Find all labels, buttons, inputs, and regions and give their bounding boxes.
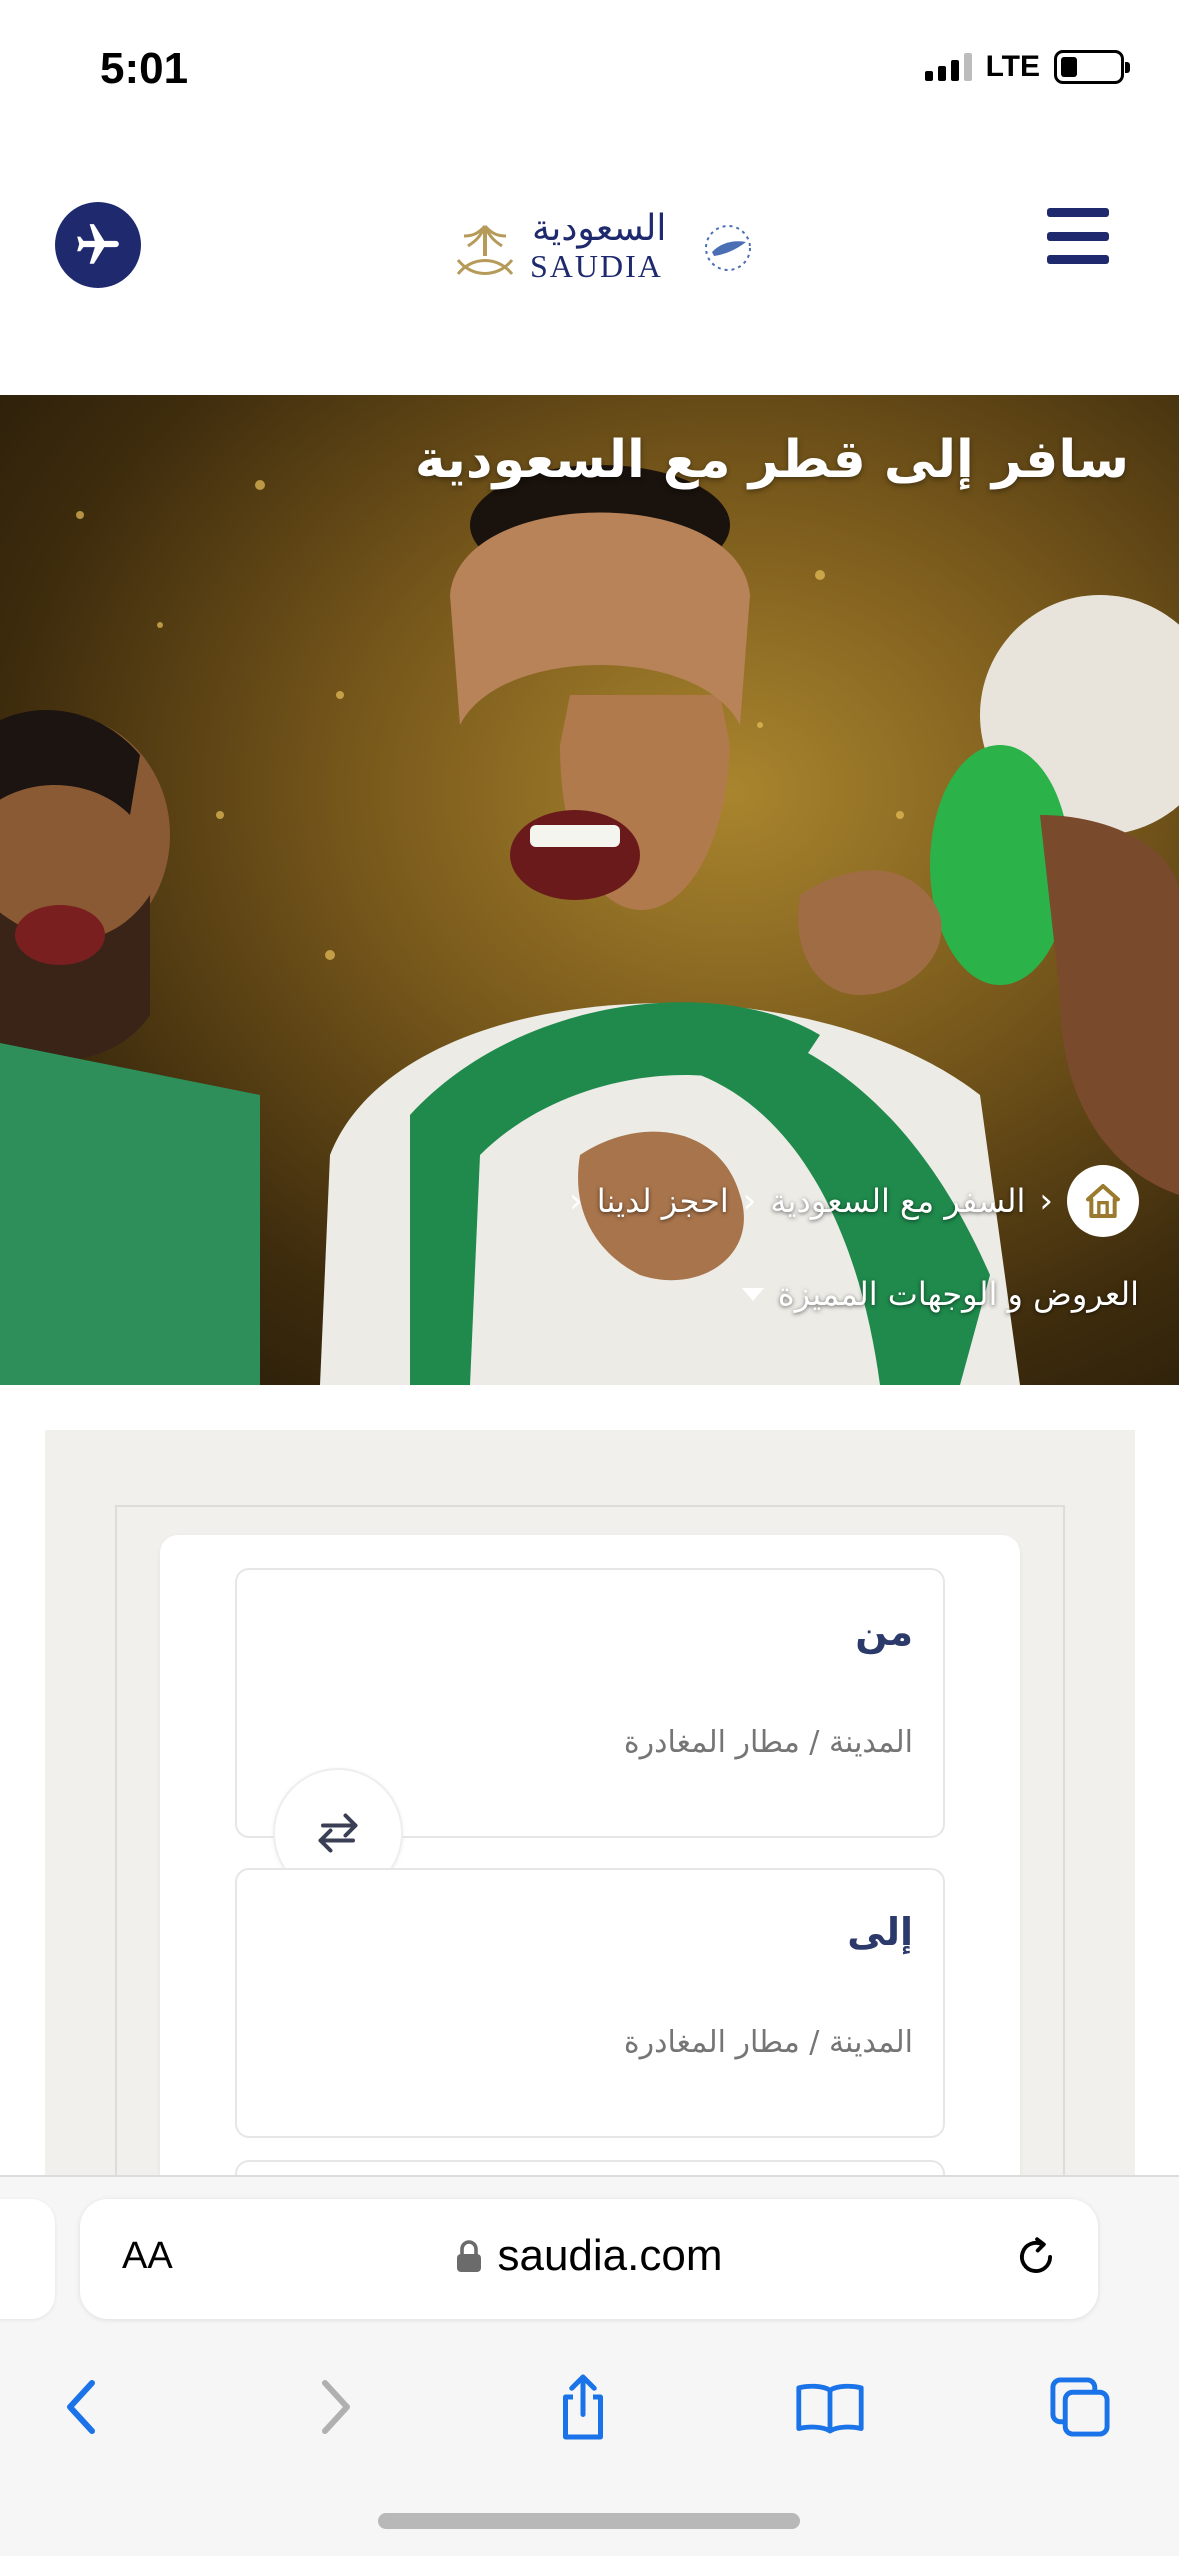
bookmarks-icon	[796, 2383, 864, 2434]
tabs-icon	[1050, 2377, 1110, 2437]
url-text: saudia.com	[497, 2231, 723, 2280]
home-button[interactable]	[1067, 1165, 1139, 1237]
site-header: السعودية SAUDIA	[0, 140, 1179, 395]
safari-toolbar	[0, 2357, 1179, 2477]
status-indicators: LTE	[924, 50, 1130, 84]
address-bar[interactable]: AA saudia.com	[80, 2199, 1098, 2319]
from-label: من	[855, 1610, 913, 1654]
share-icon	[563, 2374, 603, 2440]
from-input[interactable]	[313, 1725, 913, 1760]
signal-icon	[924, 53, 972, 81]
offers-dropdown[interactable]: العروض و الوجهات المميزة	[741, 1275, 1139, 1313]
logo-wing-icon	[705, 225, 751, 271]
forward-button[interactable]	[285, 2357, 385, 2457]
palm-swords-emblem-icon	[456, 224, 514, 275]
swap-arrows-icon	[318, 1813, 358, 1853]
back-icon	[67, 2380, 95, 2434]
home-icon	[1086, 1184, 1120, 1218]
forward-icon	[322, 2380, 350, 2434]
logo-english-text: SAUDIA	[530, 248, 663, 284]
saudia-logo[interactable]: السعودية SAUDIA	[450, 208, 760, 288]
bookmarks-button[interactable]	[780, 2357, 880, 2457]
hamburger-menu-icon	[1047, 208, 1109, 217]
browser-toolbar: AA saudia.com	[0, 2175, 1179, 2556]
breadcrumb: ‹ السفر مع السعودية ‹ احجز لدينا ‹	[569, 1165, 1139, 1237]
caret-down-icon	[741, 1287, 764, 1301]
hamburger-menu-button[interactable]	[1047, 208, 1109, 264]
breadcrumb-book-with-us[interactable]: احجز لدينا	[597, 1182, 729, 1220]
url-display[interactable]: saudia.com	[80, 2231, 1098, 2281]
chevron-left-icon: ‹	[1039, 1181, 1053, 1221]
home-indicator[interactable]	[378, 2513, 800, 2529]
share-button[interactable]	[533, 2357, 633, 2457]
lock-icon	[457, 2240, 482, 2272]
reload-icon[interactable]	[1010, 2231, 1062, 2283]
to-label: إلى	[847, 1910, 913, 1954]
status-bar: 5:01 LTE	[0, 0, 1179, 140]
hero-banner: سافر إلى قطر مع السعودية ‹ السفر مع السع…	[0, 395, 1179, 1385]
network-label: LTE	[985, 50, 1040, 83]
chevron-left-icon: ‹	[569, 1181, 583, 1221]
logo-arabic-text: السعودية	[532, 208, 667, 249]
to-input[interactable]	[313, 2025, 913, 2060]
breadcrumb-travel-with-saudia[interactable]: السفر مع السعودية	[770, 1182, 1025, 1220]
previous-tab-peek[interactable]	[0, 2199, 55, 2319]
to-field[interactable]: إلى	[235, 1868, 945, 2138]
airplane-icon	[77, 224, 119, 264]
back-button[interactable]	[32, 2357, 132, 2457]
battery-icon	[1054, 50, 1130, 84]
flight-status-button[interactable]	[55, 202, 141, 288]
hero-title: سافر إلى قطر مع السعودية	[414, 430, 1129, 490]
offers-dropdown-label: العروض و الوجهات المميزة	[777, 1275, 1139, 1313]
chevron-left-icon: ‹	[742, 1181, 757, 1221]
tabs-button[interactable]	[1030, 2357, 1130, 2457]
status-time: 5:01	[100, 44, 189, 93]
